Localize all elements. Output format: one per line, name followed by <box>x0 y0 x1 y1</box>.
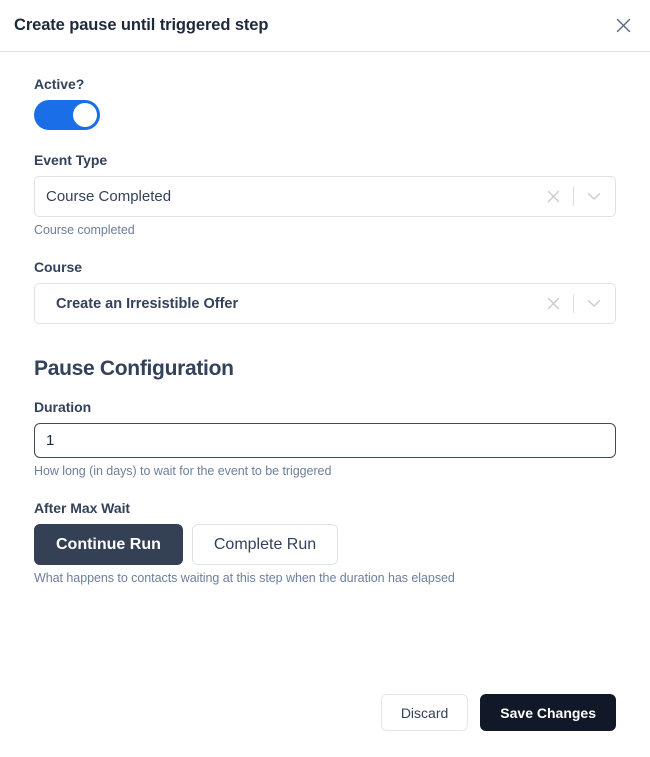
modal-body: Active? Event Type Course Completed Cour… <box>0 52 650 585</box>
active-field: Active? <box>34 76 616 130</box>
event-type-helper: Course completed <box>34 223 135 237</box>
clear-icon[interactable] <box>542 293 564 315</box>
clear-icon[interactable] <box>542 186 564 208</box>
course-select-icons <box>542 284 615 323</box>
active-label: Active? <box>34 76 85 92</box>
close-button[interactable] <box>610 13 636 39</box>
duration-input[interactable] <box>34 423 616 458</box>
event-type-value: Course Completed <box>46 188 172 205</box>
continue-run-button[interactable]: Continue Run <box>34 524 183 565</box>
chevron-down-icon[interactable] <box>583 293 605 315</box>
select-divider <box>573 187 574 206</box>
event-type-label: Event Type <box>34 152 108 168</box>
select-divider <box>573 294 574 313</box>
chevron-down-icon[interactable] <box>583 186 605 208</box>
complete-run-button[interactable]: Complete Run <box>191 524 339 565</box>
create-pause-step-modal: Create pause until triggered step Active… <box>0 0 650 757</box>
modal-header: Create pause until triggered step <box>0 0 650 52</box>
active-toggle[interactable] <box>34 100 100 130</box>
after-max-wait-label: After Max Wait <box>34 500 131 516</box>
course-value: Create an Irresistible Offer <box>56 295 239 312</box>
event-type-field: Event Type Course Completed Course compl… <box>34 152 616 237</box>
pause-configuration-heading: Pause Configuration <box>34 357 234 380</box>
save-changes-button[interactable]: Save Changes <box>480 694 616 731</box>
after-max-wait-segmented-control: Continue Run Complete Run <box>34 524 616 565</box>
discard-button[interactable]: Discard <box>380 694 469 731</box>
duration-helper: How long (in days) to wait for the event… <box>34 464 332 478</box>
duration-field: Duration How long (in days) to wait for … <box>34 399 616 478</box>
modal-footer: Discard Save Changes <box>380 694 616 731</box>
event-type-select-icons <box>542 177 615 216</box>
close-icon <box>615 17 632 34</box>
after-max-wait-field: After Max Wait Continue Run Complete Run… <box>34 500 616 585</box>
duration-label: Duration <box>34 399 92 415</box>
event-type-select[interactable]: Course Completed <box>34 176 616 217</box>
after-max-wait-helper: What happens to contacts waiting at this… <box>34 571 455 585</box>
page-title: Create pause until triggered step <box>14 16 269 34</box>
course-select[interactable]: Create an Irresistible Offer <box>34 283 616 324</box>
toggle-knob <box>73 103 97 127</box>
course-label: Course <box>34 259 82 275</box>
course-field: Course Create an Irresistible Offer <box>34 259 616 324</box>
